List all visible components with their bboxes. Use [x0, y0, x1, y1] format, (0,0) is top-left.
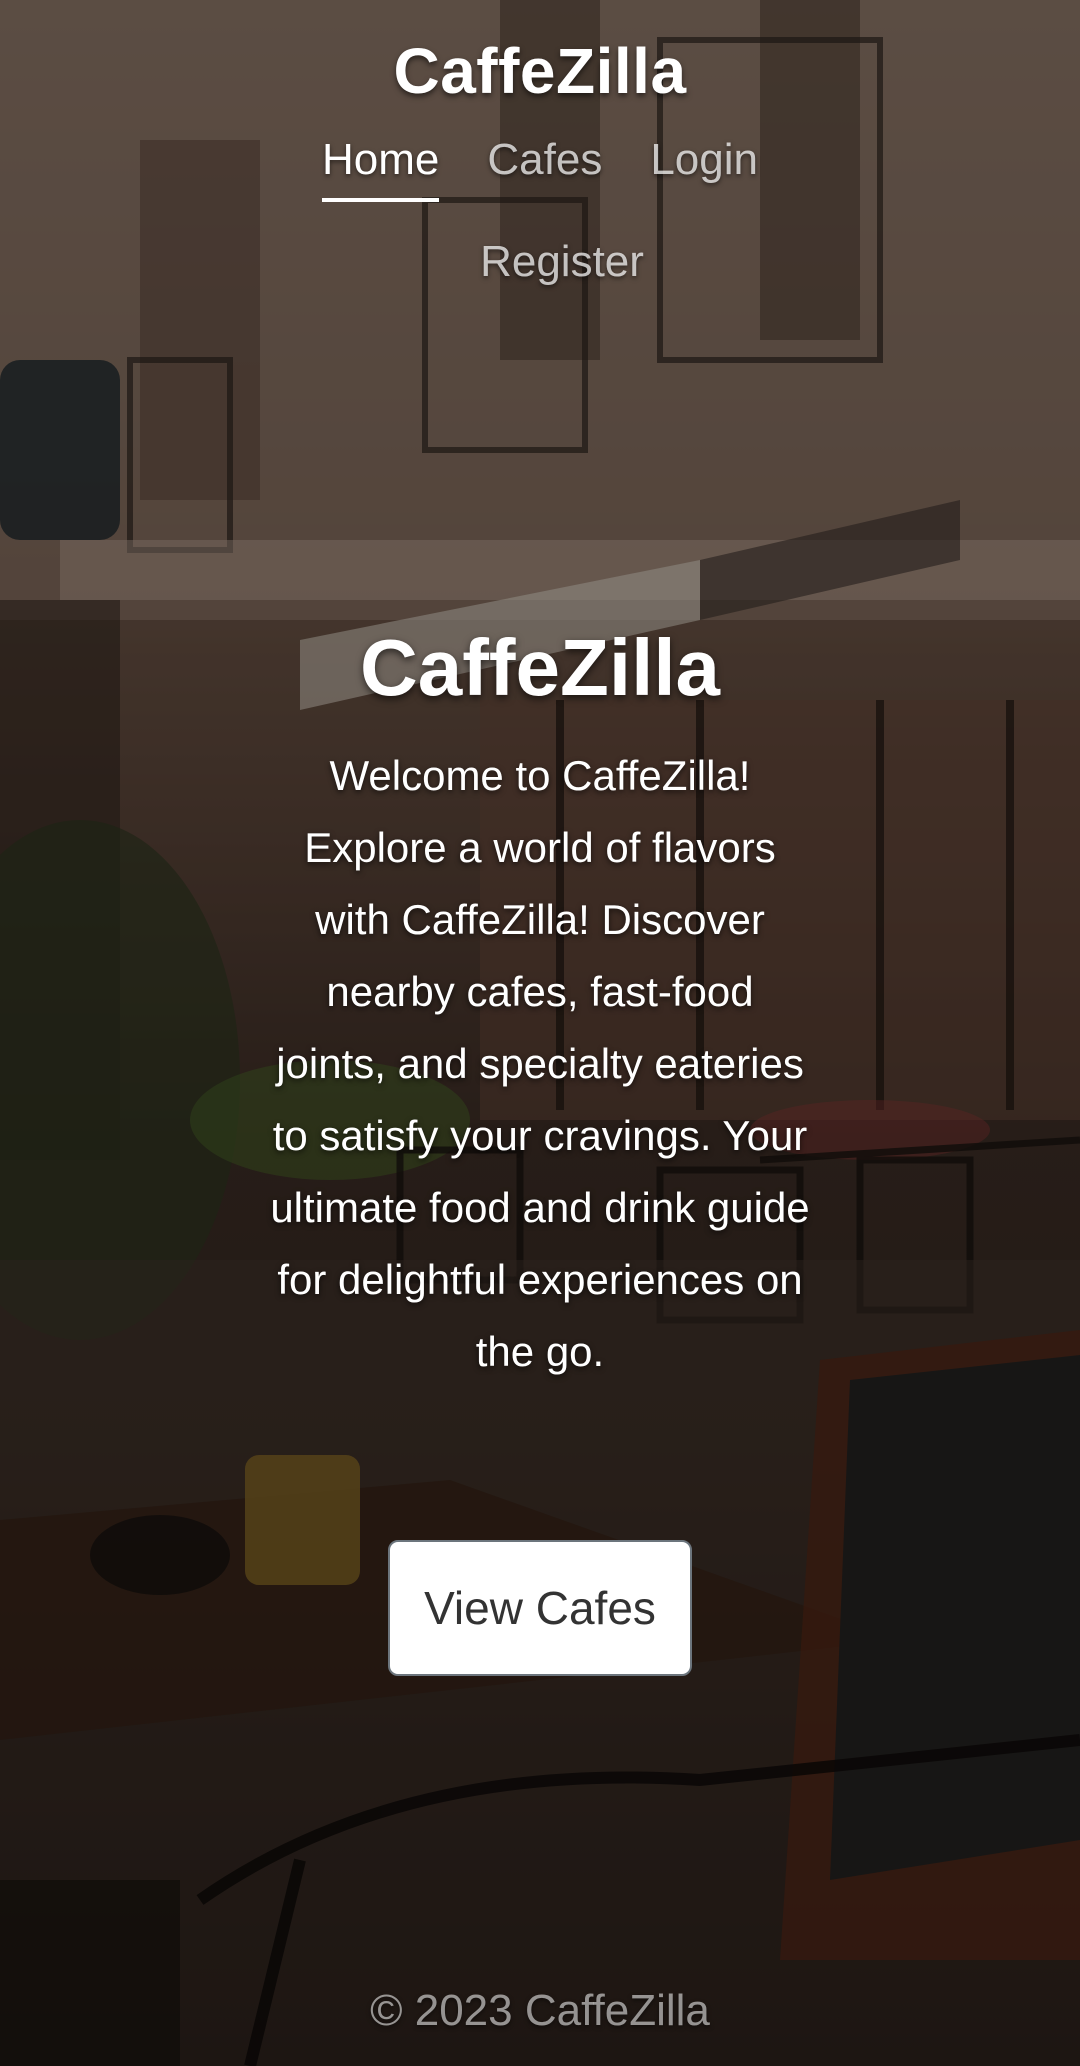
nav-login[interactable]: Login	[626, 132, 782, 201]
main-nav: Home Cafes Login	[0, 132, 1080, 202]
hero-lead: Welcome to CaffeZilla! Explore a world o…	[270, 752, 810, 1375]
footer-copyright: © 2023 CaffeZilla	[370, 1986, 710, 2035]
main-nav-row-2: Register	[0, 234, 1080, 303]
page-content: CaffeZilla Home Cafes Login Register Caf…	[0, 0, 1080, 2066]
nav-home[interactable]: Home	[298, 132, 463, 202]
nav-home-label: Home	[322, 135, 440, 202]
nav-cafes[interactable]: Cafes	[463, 132, 626, 201]
brand-title[interactable]: CaffeZilla	[0, 34, 1080, 108]
hero-title: CaffeZilla	[359, 623, 721, 712]
view-cafes-button[interactable]: View Cafes	[388, 1540, 692, 1676]
nav-register[interactable]: Register	[456, 234, 668, 303]
